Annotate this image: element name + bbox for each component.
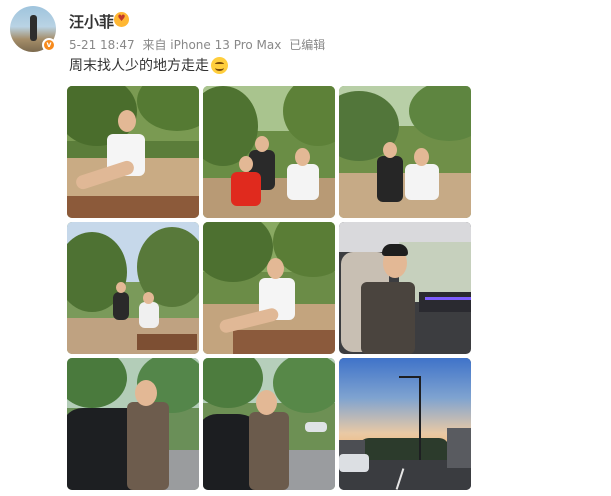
post-edited[interactable]: 已编辑 — [289, 38, 325, 52]
photo-2[interactable] — [203, 86, 335, 218]
post-text-content: 周末找人少的地方走走 — [69, 58, 209, 74]
post-text: 周末找人少的地方走走 — [69, 55, 228, 75]
photo-grid — [67, 86, 471, 490]
photo-7[interactable] — [67, 358, 199, 490]
photo-5[interactable] — [203, 222, 335, 354]
photo-1[interactable] — [67, 86, 199, 218]
photo-6[interactable] — [339, 222, 471, 354]
post-source: 来自 iPhone 13 Pro Max — [142, 38, 282, 52]
avatar-figure — [30, 15, 37, 41]
smile-emoji-icon — [211, 56, 228, 74]
user-name[interactable]: 汪小菲 — [69, 11, 114, 32]
photo-9[interactable] — [339, 358, 471, 490]
photo-4[interactable] — [67, 222, 199, 354]
photo-8[interactable] — [203, 358, 335, 490]
post-time[interactable]: 5-21 18:47 — [69, 38, 135, 52]
post-meta: 5-21 18:47 来自 iPhone 13 Pro Max 已编辑 — [69, 36, 329, 53]
photo-3[interactable] — [339, 86, 471, 218]
member-badge-icon[interactable]: ♥ — [114, 12, 129, 27]
verified-badge-icon: v — [42, 38, 56, 52]
